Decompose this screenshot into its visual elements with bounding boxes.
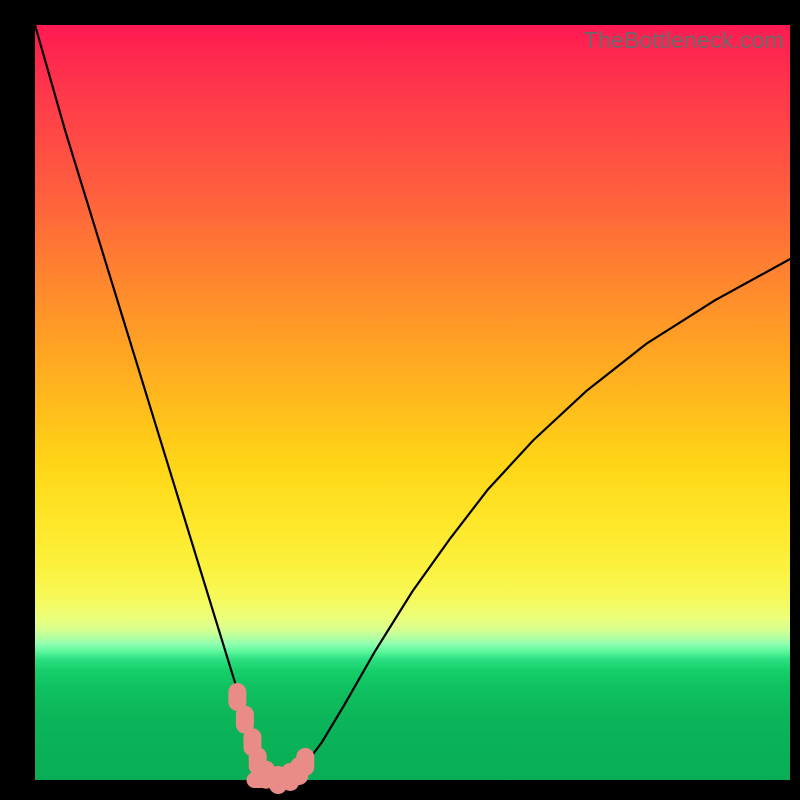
plot-area: TheBottleneck.com — [35, 25, 790, 780]
chart-frame: TheBottleneck.com — [0, 0, 800, 800]
trough-marker — [266, 772, 296, 788]
curve-svg — [35, 25, 790, 780]
bottleneck-curve — [35, 25, 790, 780]
trough-marker — [296, 748, 314, 776]
trough-markers — [228, 683, 314, 794]
